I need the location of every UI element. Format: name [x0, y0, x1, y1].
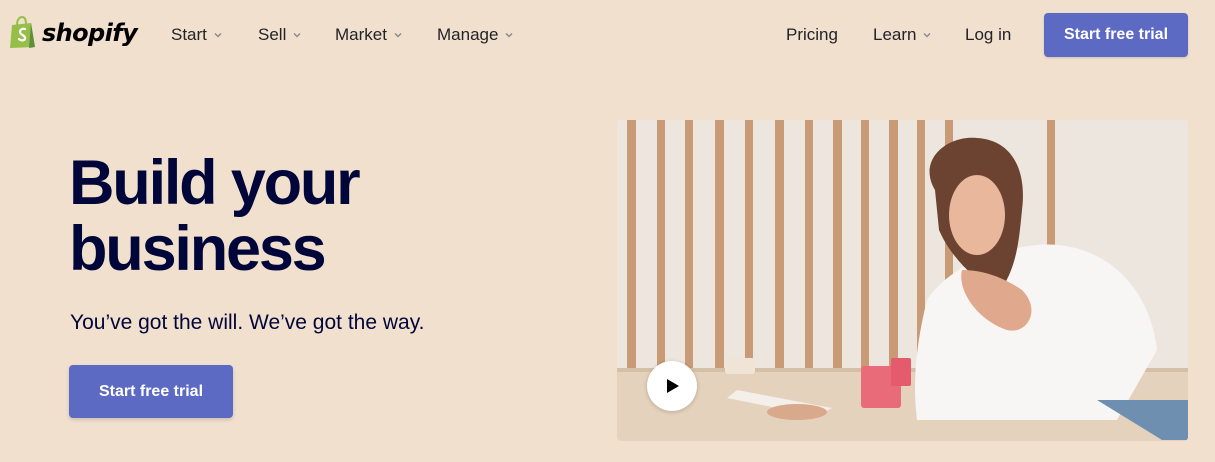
nav-item-label: Start — [171, 25, 207, 44]
nav-item-learn[interactable]: Learn — [873, 25, 933, 45]
nav-item-label: Pricing — [786, 25, 838, 44]
chevron-down-icon — [214, 32, 222, 38]
nav-item-label: Log in — [965, 25, 1012, 44]
nav-item-label: Market — [335, 25, 387, 44]
shopping-bag-icon — [10, 16, 35, 48]
top-navigation: shopify Start Sell Market Manage Pricing… — [0, 0, 1215, 70]
nav-item-label: Sell — [258, 25, 287, 44]
chevron-down-icon — [505, 32, 513, 38]
play-button[interactable] — [647, 361, 697, 411]
nav-item-manage[interactable]: Manage — [437, 25, 515, 45]
chevron-down-icon — [293, 32, 301, 38]
nav-start-free-trial-button[interactable]: Start free trial — [1044, 13, 1188, 57]
nav-item-label: Learn — [873, 25, 917, 44]
video-thumbnail — [617, 120, 1188, 441]
hero-title: Build your business — [69, 148, 361, 284]
nav-item-market[interactable]: Market — [335, 25, 404, 45]
chevron-down-icon — [923, 32, 932, 38]
nav-item-pricing[interactable]: Pricing — [786, 25, 838, 45]
hero-video[interactable] — [617, 120, 1188, 441]
play-icon — [667, 379, 679, 393]
shopify-logo[interactable]: shopify — [9, 16, 138, 49]
nav-item-sell[interactable]: Sell — [258, 25, 303, 45]
nav-item-login[interactable]: Log in — [965, 25, 1011, 45]
nav-item-start[interactable]: Start — [171, 25, 224, 45]
nav-item-label: Manage — [437, 25, 499, 44]
chevron-down-icon — [394, 32, 402, 38]
brand-name: shopify — [42, 18, 138, 47]
hero-subtitle: You’ve got the will. We’ve got the way. — [70, 311, 425, 334]
hero-start-free-trial-button[interactable]: Start free trial — [69, 365, 233, 418]
